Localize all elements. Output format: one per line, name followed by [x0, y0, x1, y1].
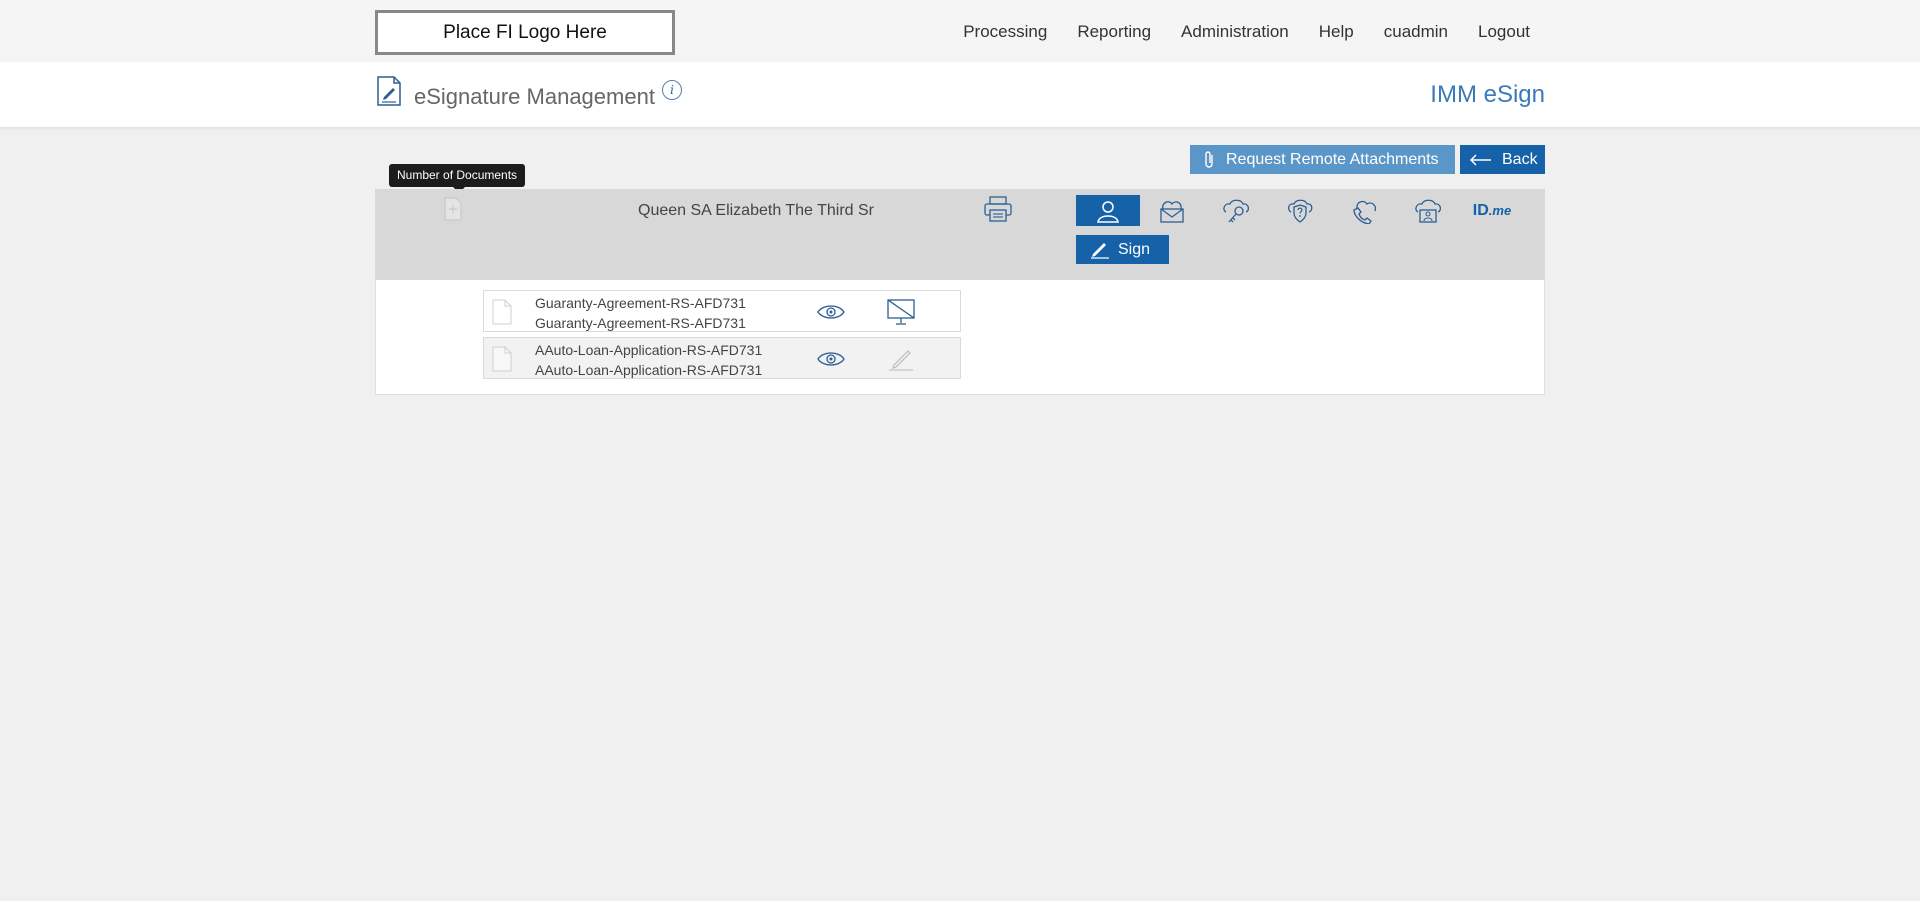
- document-name: Guaranty-Agreement-RS-AFD731: [535, 295, 746, 311]
- main-nav: Processing Reporting Administration Help…: [933, 22, 1530, 42]
- nav-logout[interactable]: Logout: [1478, 22, 1530, 42]
- auth-idme-button[interactable]: ID.me: [1460, 195, 1524, 226]
- tooltip: Number of Documents: [389, 164, 526, 193]
- document-subname: AAuto-Loan-Application-RS-AFD731: [535, 362, 763, 378]
- page-title: eSignature Management: [414, 84, 655, 109]
- auth-security-question-button[interactable]: [1268, 195, 1332, 226]
- auth-phone-button[interactable]: [1332, 195, 1396, 226]
- brand-name: IMM eSign: [1430, 81, 1545, 108]
- logo-text: Place FI Logo Here: [443, 21, 607, 43]
- back-button[interactable]: Back: [1460, 145, 1545, 174]
- document-names: AAuto-Loan-Application-RS-AFD731 AAuto-L…: [535, 340, 762, 380]
- paperclip-icon: [1205, 150, 1213, 168]
- user-icon: [1097, 200, 1119, 223]
- idme-logo: ID.me: [1472, 201, 1512, 219]
- sign-label: Sign: [1118, 240, 1151, 258]
- nav-help[interactable]: Help: [1319, 22, 1354, 42]
- nav-reporting[interactable]: Reporting: [1077, 22, 1151, 42]
- key-cloud-icon: [1223, 199, 1250, 222]
- signer-panel: Queen SA Elizabeth The Third Sr ID.me Si…: [375, 189, 1545, 280]
- nav-processing[interactable]: Processing: [963, 22, 1047, 42]
- no-screen-icon[interactable]: [886, 298, 916, 326]
- security-question-icon: [1287, 199, 1313, 223]
- eye-icon[interactable]: [817, 303, 845, 321]
- document-names: Guaranty-Agreement-RS-AFD731 Guaranty-Ag…: [535, 293, 746, 333]
- info-icon[interactable]: i: [662, 80, 682, 100]
- file-icon: [492, 299, 512, 325]
- esignature-document-icon: [377, 76, 401, 106]
- document-row[interactable]: Guaranty-Agreement-RS-AFD731 Guaranty-Ag…: [483, 290, 961, 332]
- eye-icon[interactable]: [817, 350, 845, 368]
- pen-icon: [1091, 242, 1109, 259]
- request-remote-attachments-button[interactable]: Request Remote Attachments: [1190, 145, 1455, 174]
- document-name: AAuto-Loan-Application-RS-AFD731: [535, 342, 763, 358]
- arrow-left-icon: [1470, 153, 1491, 166]
- id-card-cloud-icon: [1415, 199, 1442, 223]
- auth-id-card-button[interactable]: [1396, 195, 1460, 226]
- nav-user[interactable]: cuadmin: [1384, 22, 1448, 42]
- top-navigation-bar: Place FI Logo Here Processing Reporting …: [0, 0, 1920, 62]
- file-icon: [492, 346, 512, 372]
- printer-icon[interactable]: [983, 195, 1013, 223]
- email-cloud-icon: [1160, 200, 1184, 223]
- request-remote-attachments-label: Request Remote Attachments: [1226, 150, 1439, 168]
- nav-administration[interactable]: Administration: [1181, 22, 1289, 42]
- document-count-icon[interactable]: [444, 197, 462, 221]
- logo-placeholder[interactable]: Place FI Logo Here: [375, 10, 675, 55]
- phone-cloud-icon: [1353, 200, 1377, 224]
- auth-user-button[interactable]: [1076, 195, 1140, 226]
- document-row[interactable]: AAuto-Loan-Application-RS-AFD731 AAuto-L…: [483, 337, 961, 379]
- document-subname: Guaranty-Agreement-RS-AFD731: [535, 315, 746, 331]
- auth-key-button[interactable]: [1204, 195, 1268, 226]
- signer-name: Queen SA Elizabeth The Third Sr: [638, 202, 874, 219]
- sign-pen-icon: [889, 350, 913, 371]
- auth-email-button[interactable]: [1140, 195, 1204, 226]
- title-bar: [0, 62, 1920, 128]
- documents-list: Guaranty-Agreement-RS-AFD731 Guaranty-Ag…: [375, 280, 1545, 395]
- sign-button[interactable]: Sign: [1076, 235, 1169, 264]
- back-label: Back: [1502, 150, 1538, 168]
